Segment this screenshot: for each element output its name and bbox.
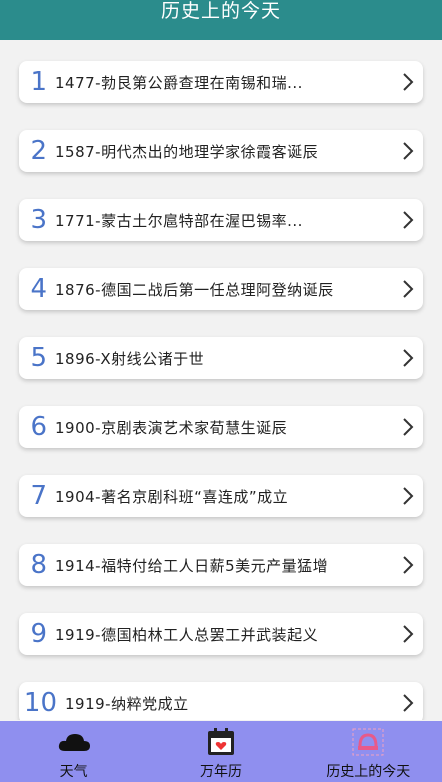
event-title: 1919-德国柏林工人总罢工并武装起义 bbox=[55, 625, 319, 644]
chevron-right-icon bbox=[393, 475, 423, 517]
event-card-2[interactable]: 2 1587-明代杰出的地理学家徐霞客诞辰 bbox=[19, 130, 423, 172]
event-title: 1771-蒙古土尔扈特部在渥巴锡率... bbox=[55, 211, 303, 230]
chevron-right-icon bbox=[393, 268, 423, 310]
tab-weather[interactable]: 天气 bbox=[0, 721, 147, 782]
tab-label: 万年历 bbox=[199, 764, 242, 780]
tab-calendar[interactable]: 万年历 bbox=[147, 721, 294, 782]
chevron-right-icon bbox=[393, 61, 423, 103]
event-card-1[interactable]: 1 1477-勃艮第公爵查理在南锡和瑞... bbox=[19, 61, 423, 103]
event-card-7[interactable]: 7 1904-著名京剧科班“喜连成”成立 bbox=[19, 475, 423, 517]
chevron-right-icon bbox=[393, 199, 423, 241]
event-card-8[interactable]: 8 1914-福特付给工人日薪5美元产量猛增 bbox=[19, 544, 423, 586]
event-card-9[interactable]: 9 1919-德国柏林工人总罢工并武装起义 bbox=[19, 613, 423, 655]
event-title: 1914-福特付给工人日薪5美元产量猛增 bbox=[55, 556, 329, 575]
event-number: 10 bbox=[23, 688, 57, 718]
event-title: 1904-著名京剧科班“喜连成”成立 bbox=[55, 487, 289, 506]
app-header: 历史上的今天 bbox=[0, 0, 442, 40]
event-number: 9 bbox=[30, 619, 47, 649]
event-card-6[interactable]: 6 1900-京剧表演艺术家荀慧生诞辰 bbox=[19, 406, 423, 448]
chevron-right-icon bbox=[393, 337, 423, 379]
event-title: 1900-京剧表演艺术家荀慧生诞辰 bbox=[55, 418, 288, 437]
cloud-icon bbox=[57, 726, 91, 758]
event-number: 4 bbox=[30, 274, 47, 304]
chevron-right-icon bbox=[393, 682, 423, 720]
event-number: 5 bbox=[30, 343, 47, 373]
event-title: 1919-纳粹党成立 bbox=[65, 694, 189, 713]
event-title: 1477-勃艮第公爵查理在南锡和瑞... bbox=[55, 73, 303, 92]
chevron-right-icon bbox=[393, 544, 423, 586]
event-number: 7 bbox=[30, 481, 47, 511]
event-title: 1896-X射线公诸于世 bbox=[55, 349, 205, 368]
event-list: 1 1477-勃艮第公爵查理在南锡和瑞... 2 1587-明代杰出的地理学家徐… bbox=[0, 40, 442, 720]
event-number: 6 bbox=[30, 412, 47, 442]
event-number: 2 bbox=[30, 136, 47, 166]
event-title: 1876-德国二战后第一任总理阿登纳诞辰 bbox=[55, 280, 334, 299]
calendar-icon bbox=[206, 726, 236, 758]
event-number: 1 bbox=[30, 67, 47, 97]
event-title: 1587-明代杰出的地理学家徐霞客诞辰 bbox=[55, 142, 319, 161]
tab-label: 历史上的今天 bbox=[326, 764, 411, 780]
bottom-tab-bar: 天气 万年历 历史上的今天 bbox=[0, 721, 442, 782]
page-title: 历史上的今天 bbox=[160, 0, 281, 22]
event-card-10[interactable]: 10 1919-纳粹党成立 bbox=[19, 682, 423, 720]
event-number: 8 bbox=[30, 550, 47, 580]
chevron-right-icon bbox=[393, 406, 423, 448]
tab-history[interactable]: 历史上的今天 bbox=[295, 721, 442, 782]
event-card-3[interactable]: 3 1771-蒙古土尔扈特部在渥巴锡率... bbox=[19, 199, 423, 241]
chevron-right-icon bbox=[393, 613, 423, 655]
tab-label: 天气 bbox=[59, 764, 88, 780]
event-card-5[interactable]: 5 1896-X射线公诸于世 bbox=[19, 337, 423, 379]
event-number: 3 bbox=[30, 205, 47, 235]
event-card-4[interactable]: 4 1876-德国二战后第一任总理阿登纳诞辰 bbox=[19, 268, 423, 310]
chevron-right-icon bbox=[393, 130, 423, 172]
history-icon bbox=[351, 726, 385, 758]
